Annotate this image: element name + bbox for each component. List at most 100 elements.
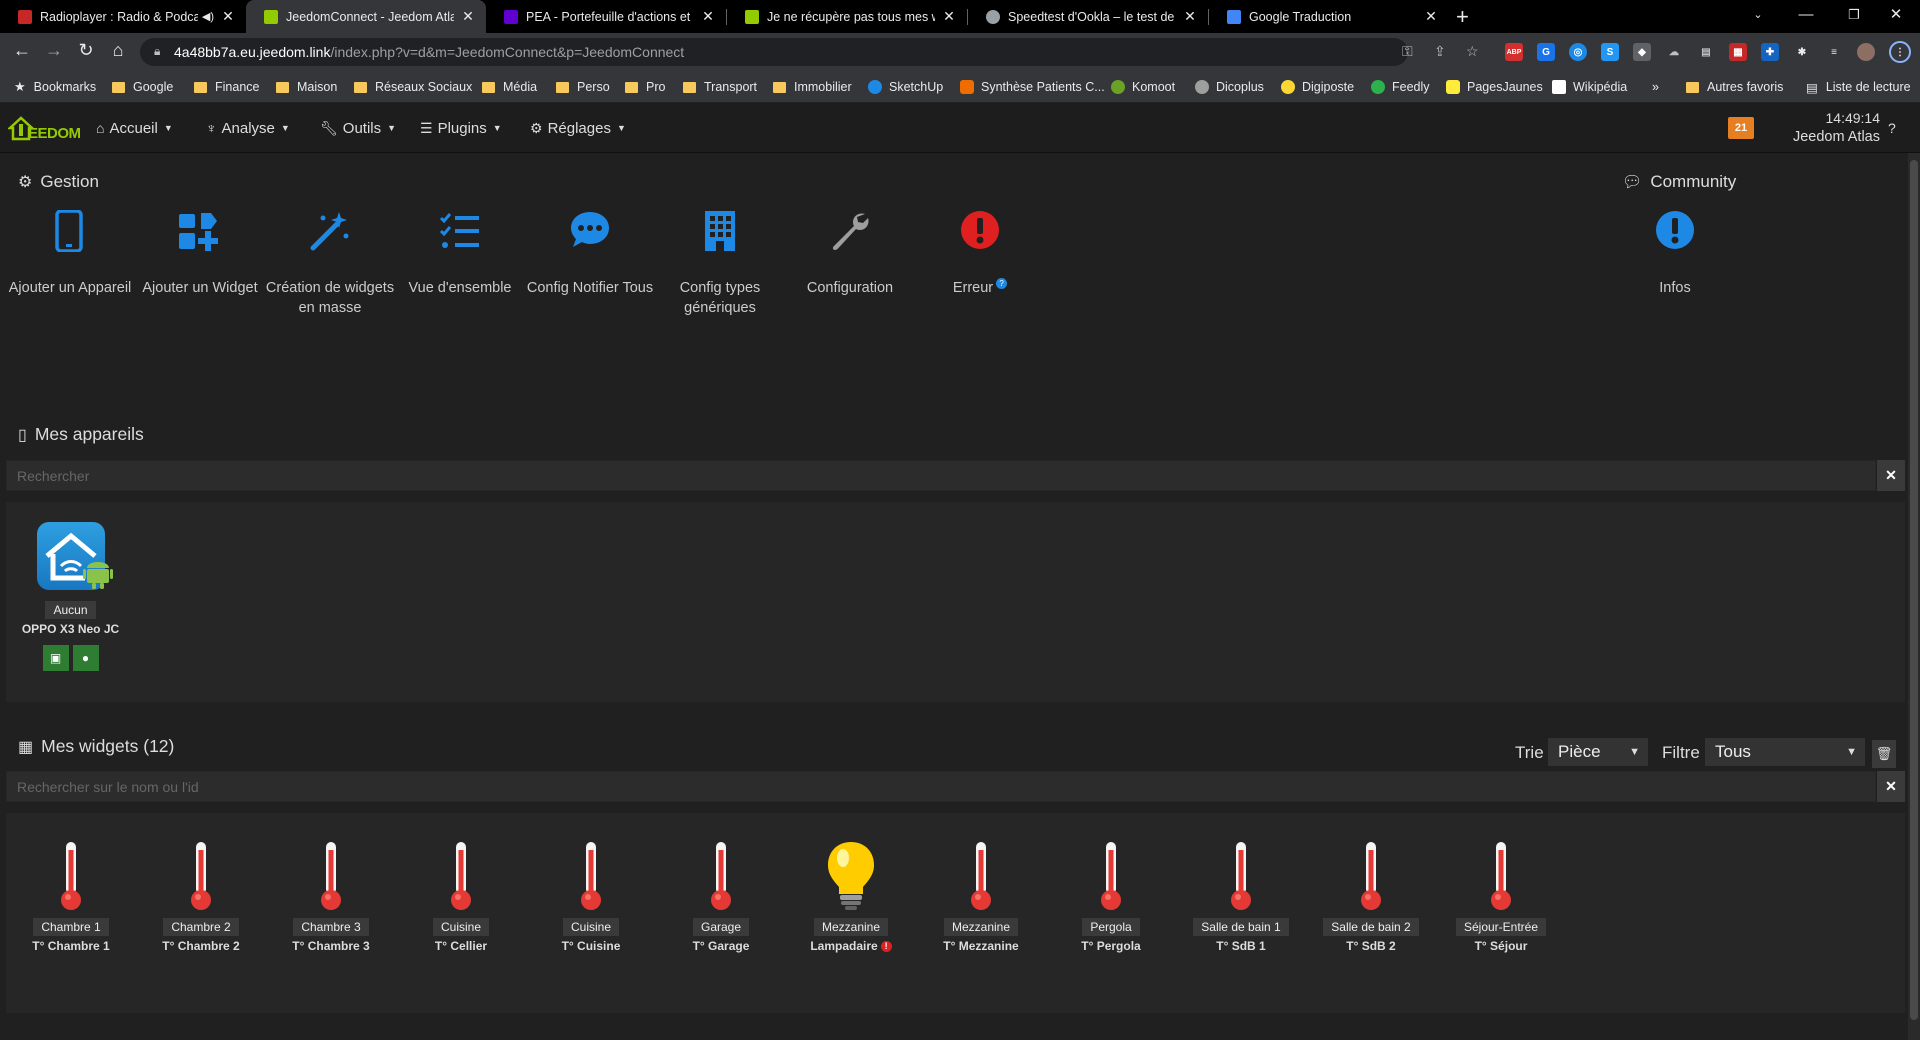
widget-card[interactable]: Pergola T° Pergola [1046, 832, 1176, 953]
gestion-overview[interactable]: Vue d'ensemble [395, 210, 525, 298]
trash-button[interactable]: 🗑︎ [1872, 740, 1896, 768]
dropbox-extension-icon[interactable]: ◆ [1633, 43, 1651, 61]
close-tab-icon[interactable]: ✕ [941, 8, 957, 25]
browser-tab-active[interactable]: JeedomConnect - Jeedom Atlas ✕ [246, 0, 486, 33]
extension-icon[interactable]: ▤ [1697, 43, 1715, 61]
bookmark-folder[interactable]: Pro [625, 71, 665, 103]
instance-name[interactable]: Jeedom Atlas [1770, 129, 1880, 145]
reading-list-button[interactable]: ▤ Liste de lecture [1806, 71, 1911, 103]
bookmark-star-icon[interactable]: ☆ [1466, 43, 1479, 60]
share-icon[interactable]: ⇪ [1434, 43, 1446, 60]
bookmark-folder[interactable]: Finance [194, 71, 259, 103]
adblock-extension-icon[interactable]: ABP [1505, 43, 1523, 61]
device-widgets-button[interactable]: ▣ [42, 645, 69, 671]
menu-analyse[interactable]: ♆ Analyse ▼ [206, 103, 290, 153]
bookmarks-overflow-button[interactable]: » [1652, 71, 1659, 103]
bookmark-item[interactable]: Digiposte [1281, 71, 1354, 103]
sort-select[interactable]: Pièce ▼ [1548, 738, 1648, 766]
reload-button[interactable]: ↻ [74, 40, 98, 61]
widget-card[interactable]: Garage T° Garage [656, 832, 786, 953]
widget-card[interactable]: Mezzanine T° Mezzanine [916, 832, 1046, 953]
bookmark-folder[interactable]: Transport [683, 71, 757, 103]
menu-reglages[interactable]: ⚙ Réglages ▼ [530, 103, 626, 153]
browser-tab[interactable]: Radioplayer : Radio & Podcas ◀) ✕ [0, 0, 246, 33]
widget-card[interactable]: Chambre 2 T° Chambre 2 [136, 832, 266, 953]
home-button[interactable]: ⌂ [106, 40, 130, 61]
translate-extension-icon[interactable]: G [1537, 43, 1555, 61]
extensions-puzzle-icon[interactable]: ✱ [1793, 43, 1811, 61]
menu-accueil[interactable]: ⌂ Accueil ▼ [96, 103, 173, 153]
bookmark-folder[interactable]: Autres favoris [1686, 71, 1783, 103]
profile-avatar[interactable] [1857, 43, 1875, 61]
widget-card[interactable]: Mezzanine Lampadaire! [786, 832, 916, 953]
device-notifications-button[interactable]: ● [72, 645, 99, 671]
back-button[interactable]: ← [10, 40, 34, 61]
widget-card[interactable]: Salle de bain 2 T° SdB 2 [1306, 832, 1436, 953]
gestion-error[interactable]: Erreur? [915, 210, 1045, 298]
url-text[interactable]: 4a48bb7a.eu.jeedom.link/index.php?v=d&m=… [174, 44, 684, 60]
bookmark-folder[interactable]: Google [112, 71, 173, 103]
bookmark-item[interactable]: Feedly [1371, 71, 1430, 103]
skype-extension-icon[interactable]: S [1601, 43, 1619, 61]
bookmark-item[interactable]: SketchUp [868, 71, 943, 103]
bookmark-folder[interactable]: Perso [556, 71, 610, 103]
gestion-generic-types[interactable]: Config types génériques [655, 210, 785, 318]
widget-card[interactable]: Chambre 3 T° Chambre 3 [266, 832, 396, 953]
close-tab-icon[interactable]: ✕ [220, 8, 236, 25]
widgets-search-clear-button[interactable]: ✕ [1877, 771, 1905, 802]
gestion-add-widget[interactable]: Ajouter un Widget [135, 210, 265, 298]
bookmark-item[interactable]: Dicoplus [1195, 71, 1264, 103]
speaker-icon[interactable]: ◀) [202, 10, 214, 23]
bookmark-folder[interactable]: Média [482, 71, 537, 103]
browser-tab[interactable]: Google Traduction ✕ [1209, 0, 1449, 33]
key-icon[interactable]: ⚿ [1402, 43, 1413, 60]
gestion-configuration[interactable]: Configuration [785, 210, 915, 298]
scrollbar-thumb[interactable] [1910, 160, 1918, 1020]
filter-select[interactable]: Tous ▼ [1705, 738, 1865, 766]
close-tab-icon[interactable]: ✕ [1182, 8, 1198, 25]
browser-tab[interactable]: PEA - Portefeuille d'actions et sy ✕ [486, 0, 726, 33]
gestion-bulk-widgets[interactable]: Création de widgets en masse [265, 210, 395, 318]
browser-menu-icon[interactable]: ⋮ [1889, 41, 1911, 63]
menu-plugins[interactable]: ☰ Plugins ▼ [420, 103, 502, 153]
bookmark-item[interactable]: Komoot [1111, 71, 1175, 103]
notification-badge[interactable]: 21 [1728, 117, 1754, 139]
devices-search-clear-button[interactable]: ✕ [1877, 460, 1905, 491]
browser-tab[interactable]: Speedtest d'Ookla – le test de vit ✕ [968, 0, 1208, 33]
widget-card[interactable]: Salle de bain 1 T° SdB 1 [1176, 832, 1306, 953]
devices-search-input[interactable] [7, 461, 1875, 490]
bookmark-folder[interactable]: Réseaux Sociaux [354, 71, 472, 103]
widget-card[interactable]: Chambre 1 T° Chambre 1 [6, 832, 136, 953]
gestion-config-notifier[interactable]: Config Notifier Tous [525, 210, 655, 298]
restore-button[interactable]: ❐ [1830, 0, 1878, 33]
minimize-button[interactable]: — [1782, 0, 1830, 33]
close-tab-icon[interactable]: ✕ [700, 8, 716, 25]
widget-card[interactable]: Cuisine T° Cuisine [526, 832, 656, 953]
lock-icon[interactable]: 🔒︎ [154, 44, 160, 59]
widget-card[interactable]: Séjour-Entrée T° Séjour [1436, 832, 1566, 953]
extension-icon[interactable]: ✚ [1761, 43, 1779, 61]
community-infos[interactable]: Infos [1610, 210, 1740, 298]
reading-list-toolbar-icon[interactable]: ≡ [1825, 43, 1843, 61]
extension-icon[interactable]: ▦ [1729, 43, 1747, 61]
tab-search-icon[interactable]: ⌄ [1734, 0, 1782, 33]
extension-icon[interactable]: ☁ [1665, 43, 1683, 61]
extension-icon[interactable]: ◎ [1569, 43, 1587, 61]
bookmark-item[interactable]: Synthèse Patients C... [960, 71, 1105, 103]
device-card[interactable]: Aucun OPPO X3 Neo JC ▣ ● [18, 518, 123, 671]
gestion-add-device[interactable]: Ajouter un Appareil [5, 210, 135, 298]
bookmark-item[interactable]: Wikipédia [1552, 71, 1627, 103]
bookmark-item[interactable]: ★ Bookmarks [14, 71, 96, 103]
close-window-button[interactable]: ✕ [1872, 0, 1920, 33]
menu-outils[interactable]: 🔧︎ Outils ▼ [320, 103, 396, 153]
bookmark-folder[interactable]: Immobilier [773, 71, 852, 103]
bookmark-item[interactable]: PagesJaunes [1446, 71, 1543, 103]
widget-card[interactable]: Cuisine T° Cellier [396, 832, 526, 953]
new-tab-button[interactable]: + [1456, 4, 1469, 30]
browser-tab[interactable]: Je ne récupère pas tous mes widg ✕ [727, 0, 967, 33]
address-bar[interactable]: 🔒︎ 4a48bb7a.eu.jeedom.link/index.php?v=d… [140, 38, 1479, 66]
close-tab-icon[interactable]: ✕ [1423, 8, 1439, 25]
forward-button[interactable]: → [42, 40, 66, 61]
question-circle-icon[interactable]: ? [996, 278, 1008, 290]
jeedom-logo[interactable]: EEDOM [8, 111, 81, 145]
